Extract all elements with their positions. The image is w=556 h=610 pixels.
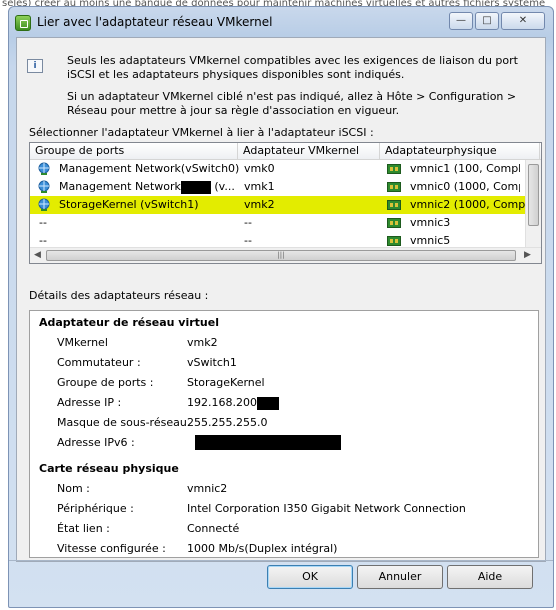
table-row-selected[interactable]: StorageKernel (vSwitch1) vmk2 vmnic2 (10… xyxy=(30,196,526,214)
maximize-button[interactable]: □ xyxy=(475,12,499,30)
field-value-ip: 192.168.200 xyxy=(187,396,279,410)
redacted-block xyxy=(180,180,211,194)
table-header: Groupe de ports Adaptateur VMkernel Adap… xyxy=(30,143,541,160)
field-label-ip: Adresse IP : xyxy=(57,396,122,409)
field-value-device: Intel Corporation I350 Gigabit Network C… xyxy=(187,502,466,515)
table-row[interactable]: Management Network(vSwitch0) vmk0 vmnic1… xyxy=(30,160,526,178)
row-port-group: StorageKernel (vSwitch1) xyxy=(59,198,199,211)
vertical-scrollbar[interactable] xyxy=(525,160,541,248)
ip-value-text: 192.168.200 xyxy=(187,396,257,409)
field-label-ipv6: Adresse IPv6 : xyxy=(57,436,135,449)
redacted-block xyxy=(256,396,279,410)
cancel-button[interactable]: Annuler xyxy=(357,565,443,589)
help-button[interactable]: Aide xyxy=(447,565,533,589)
dialog-content: i Seuls les adaptateurs VMkernel compati… xyxy=(16,37,546,562)
row-port-group: Management Network (v... xyxy=(59,178,235,196)
column-header-physical[interactable]: Adaptateurphysique xyxy=(380,143,540,160)
scroll-left-arrow-icon[interactable]: ◀ xyxy=(34,250,41,260)
row-port-group-suffix: (v... xyxy=(210,180,235,193)
row-vmkernel: -- xyxy=(244,216,252,229)
select-adapter-label: Sélectionner l'adaptateur VMkernel à lie… xyxy=(29,126,374,139)
physical-adapter-title: Carte réseau physique xyxy=(39,462,179,475)
nic-card-icon xyxy=(387,218,401,228)
row-physical: vmnic2 (1000, Compl xyxy=(410,198,526,211)
window-title: Lier avec l'adaptateur réseau VMkernel xyxy=(37,15,273,29)
horizontal-scroll-thumb[interactable]: ||| xyxy=(46,250,516,261)
table-row[interactable]: Management Network (v... vmk1 vmnic0 (10… xyxy=(30,178,526,196)
adapter-details-panel: Adaptateur de réseau virtuel VMkernel vm… xyxy=(29,310,539,558)
row-physical: vmnic3 xyxy=(410,216,451,229)
nic-card-icon xyxy=(387,236,401,246)
row-physical: vmnic1 (100, Complè xyxy=(410,162,520,175)
row-vmkernel: vmk2 xyxy=(244,198,275,211)
info-icon: i xyxy=(27,59,43,73)
row-port-group: Management Network(vSwitch0) xyxy=(59,162,240,175)
row-port-group: -- xyxy=(39,216,47,229)
nic-card-icon xyxy=(387,200,401,210)
details-label: Détails des adaptateurs réseau : xyxy=(29,289,209,302)
field-value-vmkernel: vmk2 xyxy=(187,336,218,349)
button-separator xyxy=(9,560,553,561)
row-vmkernel: vmk0 xyxy=(244,162,275,175)
table-row[interactable]: -- -- vmnic3 xyxy=(30,214,526,232)
field-label-port-group: Groupe de ports : xyxy=(57,376,154,389)
vsphere-app-icon xyxy=(15,15,31,31)
title-bar[interactable]: Lier avec l'adaptateur réseau VMkernel —… xyxy=(9,7,553,37)
field-label-switch: Commutateur : xyxy=(57,356,141,369)
row-port-group-name: Management Network xyxy=(59,180,181,193)
field-label-name: Nom : xyxy=(57,482,90,495)
field-value-speed: 1000 Mb/s(Duplex intégral) xyxy=(187,542,338,555)
vertical-scroll-thumb[interactable] xyxy=(528,164,539,226)
minimize-button[interactable]: — xyxy=(449,12,473,30)
redacted-ipv6 xyxy=(195,435,341,450)
info-text-compatible: Seuls les adaptateurs VMkernel compatibl… xyxy=(67,54,518,81)
field-label-link-state: État lien : xyxy=(57,522,110,535)
bind-vmkernel-dialog: Lier avec l'adaptateur réseau VMkernel —… xyxy=(8,6,554,608)
field-value-link-state: Connecté xyxy=(187,522,240,535)
network-globe-icon xyxy=(38,162,50,175)
nic-card-icon xyxy=(387,164,401,174)
info-text-missing-adapter: Si un adaptateur VMkernel ciblé n'est pa… xyxy=(67,90,517,117)
close-button[interactable]: ✕ xyxy=(501,12,545,30)
field-value-switch: vSwitch1 xyxy=(187,356,237,369)
row-physical: vmnic0 (1000, Compl xyxy=(410,180,520,193)
vmkernel-adapter-table[interactable]: Groupe de ports Adaptateur VMkernel Adap… xyxy=(29,142,542,264)
row-vmkernel: vmk1 xyxy=(244,180,275,193)
nic-card-icon xyxy=(387,182,401,192)
network-globe-icon xyxy=(38,180,50,193)
field-value-port-group: StorageKernel xyxy=(187,376,265,389)
column-header-vmkernel[interactable]: Adaptateur VMkernel xyxy=(238,143,380,160)
field-label-speed: Vitesse configurée : xyxy=(57,542,166,555)
network-globe-icon xyxy=(38,198,50,211)
field-label-vmkernel: VMkernel xyxy=(57,336,108,349)
scroll-right-arrow-icon[interactable]: ▶ xyxy=(524,250,531,260)
horizontal-scrollbar[interactable]: ◀ ||| ▶ xyxy=(30,247,541,263)
column-header-port-group[interactable]: Groupe de ports xyxy=(30,143,238,160)
field-label-subnet: Masque de sous-réseau. xyxy=(57,416,191,429)
virtual-adapter-title: Adaptateur de réseau virtuel xyxy=(39,316,219,329)
field-value-name: vmnic2 xyxy=(187,482,228,495)
ok-button[interactable]: OK xyxy=(267,565,353,589)
field-value-subnet: 255.255.255.0 xyxy=(187,416,268,429)
field-label-device: Périphérique : xyxy=(57,502,134,515)
